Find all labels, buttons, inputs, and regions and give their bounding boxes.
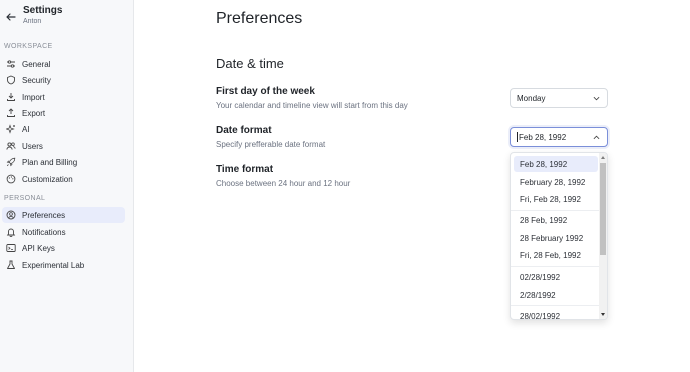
- sidebar-user-name: Anton: [23, 18, 42, 25]
- sidebar-header: Settings Anton: [5, 5, 62, 26]
- sidebar-item-export[interactable]: Export: [2, 105, 125, 121]
- date-format-option[interactable]: 02/28/1992: [514, 269, 598, 285]
- scrollbar-thumb[interactable]: [600, 163, 606, 255]
- user-circle-icon: [6, 210, 16, 220]
- first-day-select-value: Monday: [517, 93, 546, 103]
- sparkle-icon: [6, 124, 16, 134]
- sidebar-item-customization[interactable]: Customization: [2, 171, 125, 187]
- date-format-option[interactable]: Feb 28, 1992: [514, 156, 598, 172]
- sidebar-item-label: Preferences: [22, 210, 66, 220]
- date-format-select-value: Feb 28, 1992: [519, 132, 567, 142]
- sidebar-item-api-keys[interactable]: API Keys: [2, 240, 125, 256]
- date-format-option[interactable]: Fri, 28 Feb, 1992: [514, 247, 598, 263]
- date-format-option[interactable]: 28/02/1992: [514, 308, 598, 320]
- bell-icon: [6, 227, 16, 237]
- sidebar-item-label: Notifications: [22, 227, 66, 237]
- terminal-icon: [6, 243, 16, 253]
- sidebar: Settings Anton Workspace General Securit…: [0, 0, 134, 372]
- export-icon: [6, 108, 16, 118]
- dropdown-scrollbar[interactable]: [599, 153, 607, 319]
- option-group-divider: [511, 210, 601, 211]
- sidebar-item-label: API Keys: [22, 243, 55, 253]
- setting-desc-time-format: Choose between 24 hour and 12 hour: [216, 179, 351, 188]
- option-group-divider: [511, 266, 601, 267]
- date-format-option[interactable]: 2/28/1992: [514, 287, 598, 303]
- sidebar-item-preferences[interactable]: Preferences: [2, 207, 125, 223]
- setting-desc-first-day: Your calendar and timeline view will sta…: [216, 101, 408, 110]
- flask-icon: [6, 260, 16, 270]
- sidebar-item-notifications[interactable]: Notifications: [2, 224, 125, 240]
- sidebar-title: Settings: [23, 5, 63, 16]
- sidebar-item-label: AI: [22, 124, 30, 134]
- sidebar-item-label: Import: [22, 92, 45, 102]
- date-format-option[interactable]: Fri, Feb 28, 1992: [514, 191, 598, 207]
- sidebar-item-import[interactable]: Import: [2, 89, 125, 105]
- sidebar-item-label: Customization: [22, 174, 73, 184]
- sidebar-item-label: Export: [22, 108, 46, 118]
- sidebar-item-label: Security: [22, 75, 51, 85]
- sidebar-item-users[interactable]: Users: [2, 138, 125, 154]
- sidebar-item-label: Plan and Billing: [22, 157, 78, 167]
- chevron-up-icon: [593, 135, 600, 140]
- sidebar-item-experimental-lab[interactable]: Experimental Lab: [2, 257, 125, 273]
- date-format-select[interactable]: Feb 28, 1992: [510, 127, 608, 147]
- rocket-icon: [6, 157, 16, 167]
- sidebar-item-label: General: [22, 59, 51, 69]
- text-caret: [517, 132, 518, 142]
- section-label-personal: Personal: [4, 195, 46, 202]
- palette-icon: [6, 174, 16, 184]
- date-format-option[interactable]: 28 February 1992: [514, 230, 598, 246]
- first-day-select[interactable]: Monday: [510, 88, 608, 108]
- scroll-down-arrow-icon[interactable]: [601, 313, 605, 316]
- sliders-icon: [6, 59, 16, 69]
- sidebar-item-label: Experimental Lab: [22, 260, 85, 270]
- section-label-workspace: Workspace: [4, 43, 53, 50]
- date-format-option[interactable]: 28 Feb, 1992: [514, 212, 598, 228]
- shield-icon: [6, 75, 16, 85]
- setting-desc-date-format: Specify prefferable date format: [216, 140, 326, 149]
- setting-title-first-day: First day of the week: [216, 86, 315, 97]
- date-format-dropdown: Feb 28, 1992 February 28, 1992 Fri, Feb …: [510, 152, 608, 320]
- sidebar-item-security[interactable]: Security: [2, 72, 125, 88]
- date-format-option[interactable]: February 28, 1992: [514, 174, 598, 190]
- users-icon: [6, 141, 16, 151]
- sidebar-item-general[interactable]: General: [2, 56, 125, 72]
- option-group-divider: [511, 305, 601, 306]
- section-title-date-time: Date & time: [216, 56, 284, 71]
- scroll-up-arrow-icon[interactable]: [601, 156, 605, 159]
- chevron-down-icon: [593, 96, 600, 101]
- import-icon: [6, 92, 16, 102]
- sidebar-item-ai[interactable]: AI: [2, 121, 125, 137]
- arrow-left-icon[interactable]: [5, 11, 17, 23]
- setting-title-date-format: Date format: [216, 125, 272, 136]
- sidebar-item-plan-and-billing[interactable]: Plan and Billing: [2, 154, 125, 170]
- date-format-option-list: Feb 28, 1992 February 28, 1992 Fri, Feb …: [511, 153, 601, 320]
- sidebar-item-label: Users: [22, 141, 43, 151]
- setting-title-time-format: Time format: [216, 164, 274, 175]
- page-title: Preferences: [216, 10, 303, 27]
